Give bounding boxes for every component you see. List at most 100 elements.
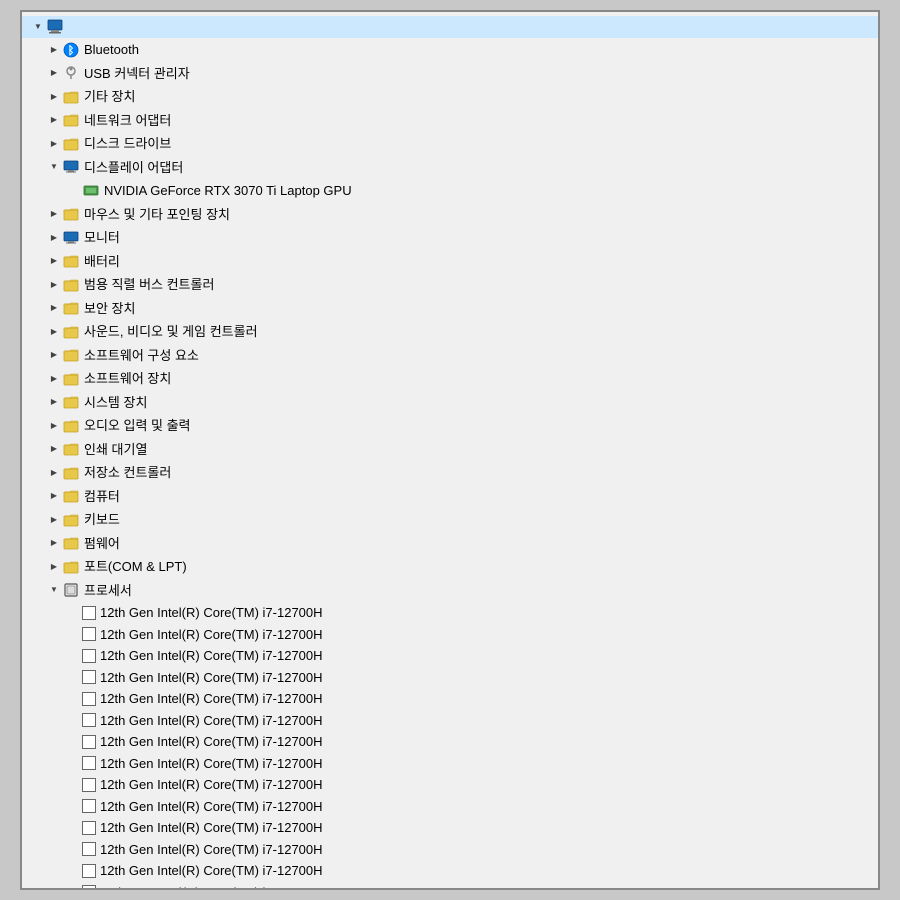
tree-item-sound-video[interactable]: 사운드, 비디오 및 게임 컨트롤러 xyxy=(22,320,878,344)
processor-child-2[interactable]: 12th Gen Intel(R) Core(TM) i7-12700H xyxy=(22,645,878,667)
processor-child-10[interactable]: 12th Gen Intel(R) Core(TM) i7-12700H xyxy=(22,817,878,839)
expander-storage-ctrl[interactable] xyxy=(46,465,62,481)
small-square-icon-2 xyxy=(82,649,96,663)
tree-item-battery[interactable]: 배터리 xyxy=(22,250,878,274)
expander-monitor[interactable] xyxy=(46,230,62,246)
icon-processor xyxy=(62,581,80,599)
processor-child-9[interactable]: 12th Gen Intel(R) Core(TM) i7-12700H xyxy=(22,796,878,818)
processor-child-0[interactable]: 12th Gen Intel(R) Core(TM) i7-12700H xyxy=(22,602,878,624)
processor-child-4[interactable]: 12th Gen Intel(R) Core(TM) i7-12700H xyxy=(22,688,878,710)
label-nvidia: NVIDIA GeForce RTX 3070 Ti Laptop GPU xyxy=(104,181,352,201)
expander-proc-10 xyxy=(66,820,82,836)
expander-usb-connector[interactable] xyxy=(46,65,62,81)
expander-nvidia xyxy=(66,183,82,199)
tree-item-usb-connector[interactable]: USB 커넥터 관리자 xyxy=(22,62,878,86)
processor-child-5[interactable]: 12th Gen Intel(R) Core(TM) i7-12700H xyxy=(22,710,878,732)
expander-software-device[interactable] xyxy=(46,371,62,387)
tree-item-processor[interactable]: 프로세서 xyxy=(22,579,878,603)
tree-item-other-devices[interactable]: 기타 장치 xyxy=(22,85,878,109)
icon-monitor xyxy=(62,229,80,247)
expander-firmware[interactable] xyxy=(46,535,62,551)
expander-audio-io[interactable] xyxy=(46,418,62,434)
expander-disk-drive[interactable] xyxy=(46,136,62,152)
proc-child-label-4: 12th Gen Intel(R) Core(TM) i7-12700H xyxy=(100,689,323,709)
expander-mouse-pointing[interactable] xyxy=(46,206,62,222)
tree-item-bluetooth[interactable]: ᛒ Bluetooth xyxy=(22,38,878,62)
icon-sound-video xyxy=(62,323,80,341)
expander-keyboard[interactable] xyxy=(46,512,62,528)
expander-print-queue[interactable] xyxy=(46,441,62,457)
expander-software-components[interactable] xyxy=(46,347,62,363)
tree-item-mouse-pointing[interactable]: 마우스 및 기타 포인팅 장치 xyxy=(22,203,878,227)
small-square-icon-5 xyxy=(82,713,96,727)
proc-child-label-2: 12th Gen Intel(R) Core(TM) i7-12700H xyxy=(100,646,323,666)
processor-child-6[interactable]: 12th Gen Intel(R) Core(TM) i7-12700H xyxy=(22,731,878,753)
processor-child-12[interactable]: 12th Gen Intel(R) Core(TM) i7-12700H xyxy=(22,860,878,882)
icon-other-devices xyxy=(62,88,80,106)
expander-bluetooth[interactable] xyxy=(46,42,62,58)
expander-other-devices[interactable] xyxy=(46,89,62,105)
expander-system-device[interactable] xyxy=(46,394,62,410)
tree-item-audio-io[interactable]: 오디오 입력 및 출력 xyxy=(22,414,878,438)
tree-item-storage-ctrl[interactable]: 저장소 컨트롤러 xyxy=(22,461,878,485)
label-storage-ctrl: 저장소 컨트롤러 xyxy=(84,463,171,483)
tree-item-disk-drive[interactable]: 디스크 드라이브 xyxy=(22,132,878,156)
icon-security-device xyxy=(62,299,80,317)
expander-battery[interactable] xyxy=(46,253,62,269)
proc-child-label-7: 12th Gen Intel(R) Core(TM) i7-12700H xyxy=(100,754,323,774)
tree-item-display-adapter[interactable]: 디스플레이 어댑터 xyxy=(22,156,878,180)
tree-item-print-queue[interactable]: 인쇄 대기열 xyxy=(22,438,878,462)
label-mouse-pointing: 마우스 및 기타 포인팅 장치 xyxy=(84,205,230,225)
label-disk-drive: 디스크 드라이브 xyxy=(84,134,171,154)
root-computer-item[interactable] xyxy=(22,16,878,38)
proc-child-label-9: 12th Gen Intel(R) Core(TM) i7-12700H xyxy=(100,797,323,817)
expander-sound-video[interactable] xyxy=(46,324,62,340)
expander-proc-2 xyxy=(66,648,82,664)
label-display-adapter: 디스플레이 어댑터 xyxy=(84,158,183,178)
processor-child-3[interactable]: 12th Gen Intel(R) Core(TM) i7-12700H xyxy=(22,667,878,689)
label-usb-connector: USB 커넥터 관리자 xyxy=(84,64,190,84)
expander-universal-serial[interactable] xyxy=(46,277,62,293)
tree-item-network-adapter[interactable]: 네트워크 어댑터 xyxy=(22,109,878,133)
processor-child-7[interactable]: 12th Gen Intel(R) Core(TM) i7-12700H xyxy=(22,753,878,775)
expander-network-adapter[interactable] xyxy=(46,112,62,128)
processor-child-13[interactable]: 12th Gen Intel(R) Core(TM) i7-12700H xyxy=(22,882,878,891)
label-software-device: 소프트웨어 장치 xyxy=(84,369,171,389)
label-keyboard: 키보드 xyxy=(84,510,120,530)
tree-item-firmware[interactable]: 펌웨어 xyxy=(22,532,878,556)
device-manager-window[interactable]: ᛒ Bluetooth USB 커넥터 관리자 기타 장치 네트워크 어댑터 xyxy=(20,10,880,890)
tree-item-computer[interactable]: 컴퓨터 xyxy=(22,485,878,509)
expander-proc-4 xyxy=(66,691,82,707)
tree-item-system-device[interactable]: 시스템 장치 xyxy=(22,391,878,415)
expander-ports[interactable] xyxy=(46,559,62,575)
expander-computer[interactable] xyxy=(46,488,62,504)
label-software-components: 소프트웨어 구성 요소 xyxy=(84,346,199,366)
icon-audio-io xyxy=(62,417,80,435)
tree-item-monitor[interactable]: 모니터 xyxy=(22,226,878,250)
icon-usb-connector xyxy=(62,64,80,82)
expander-security-device[interactable] xyxy=(46,300,62,316)
label-bluetooth: Bluetooth xyxy=(84,40,139,60)
icon-disk-drive xyxy=(62,135,80,153)
processor-child-1[interactable]: 12th Gen Intel(R) Core(TM) i7-12700H xyxy=(22,624,878,646)
processor-child-11[interactable]: 12th Gen Intel(R) Core(TM) i7-12700H xyxy=(22,839,878,861)
tree-item-universal-serial[interactable]: 범용 직렬 버스 컨트롤러 xyxy=(22,273,878,297)
root-expander[interactable] xyxy=(30,19,46,35)
small-square-icon-7 xyxy=(82,756,96,770)
icon-keyboard xyxy=(62,511,80,529)
tree-item-software-device[interactable]: 소프트웨어 장치 xyxy=(22,367,878,391)
expander-display-adapter[interactable] xyxy=(46,159,62,175)
tree-item-keyboard[interactable]: 키보드 xyxy=(22,508,878,532)
expander-processor[interactable] xyxy=(46,582,62,598)
tree-item-ports[interactable]: 포트(COM & LPT) xyxy=(22,555,878,579)
processor-child-8[interactable]: 12th Gen Intel(R) Core(TM) i7-12700H xyxy=(22,774,878,796)
tree-item-software-components[interactable]: 소프트웨어 구성 요소 xyxy=(22,344,878,368)
proc-child-label-1: 12th Gen Intel(R) Core(TM) i7-12700H xyxy=(100,625,323,645)
tree-item-nvidia[interactable]: NVIDIA GeForce RTX 3070 Ti Laptop GPU xyxy=(22,179,878,203)
tree-item-security-device[interactable]: 보안 장치 xyxy=(22,297,878,321)
icon-storage-ctrl xyxy=(62,464,80,482)
expander-proc-11 xyxy=(66,841,82,857)
expander-proc-9 xyxy=(66,798,82,814)
expander-proc-0 xyxy=(66,605,82,621)
icon-mouse-pointing xyxy=(62,205,80,223)
